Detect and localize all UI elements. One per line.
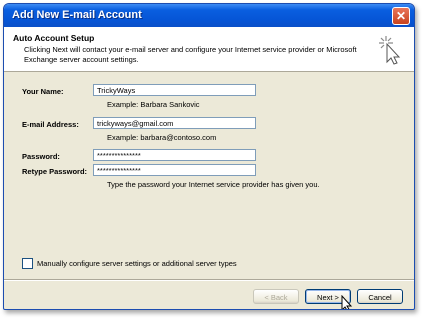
retype-password-field[interactable]: *************** <box>93 164 256 176</box>
button-divider <box>4 279 414 281</box>
manual-config-option[interactable]: Manually configure server settings or ad… <box>22 258 237 269</box>
password-field[interactable]: *************** <box>93 149 256 161</box>
header-title: Auto Account Setup <box>13 33 95 43</box>
window-title: Add New E-mail Account <box>12 9 142 21</box>
name-field[interactable]: TrickyWays <box>93 84 256 96</box>
close-icon: ✕ <box>395 9 407 23</box>
name-label: Your Name: <box>22 87 64 96</box>
retype-password-label: Retype Password: <box>22 167 88 176</box>
mouse-pointer-icon <box>341 295 353 309</box>
manual-config-label[interactable]: Manually configure server settings or ad… <box>37 259 237 268</box>
manual-config-checkbox[interactable] <box>22 258 33 269</box>
title-bar[interactable]: Add New E-mail Account ✕ <box>4 4 414 27</box>
email-hint: Example: barbara@contoso.com <box>107 133 217 142</box>
email-label: E-mail Address: <box>22 120 79 129</box>
password-label: Password: <box>22 152 60 161</box>
email-field[interactable]: trickyways@gmail.com <box>93 117 256 129</box>
wand-icon <box>379 36 401 65</box>
add-email-account-dialog: Add New E-mail Account ✕ Auto Account Se… <box>3 3 415 310</box>
cancel-button[interactable]: Cancel <box>357 289 403 304</box>
header-panel: Auto Account Setup Clicking Next will co… <box>4 27 414 72</box>
header-description: Clicking Next will contact your e-mail s… <box>24 45 357 64</box>
name-hint: Example: Barbara Sankovic <box>107 100 200 109</box>
close-button[interactable]: ✕ <box>392 7 410 25</box>
back-button[interactable]: < Back <box>253 289 299 304</box>
password-hint: Type the password your Internet service … <box>107 180 320 189</box>
